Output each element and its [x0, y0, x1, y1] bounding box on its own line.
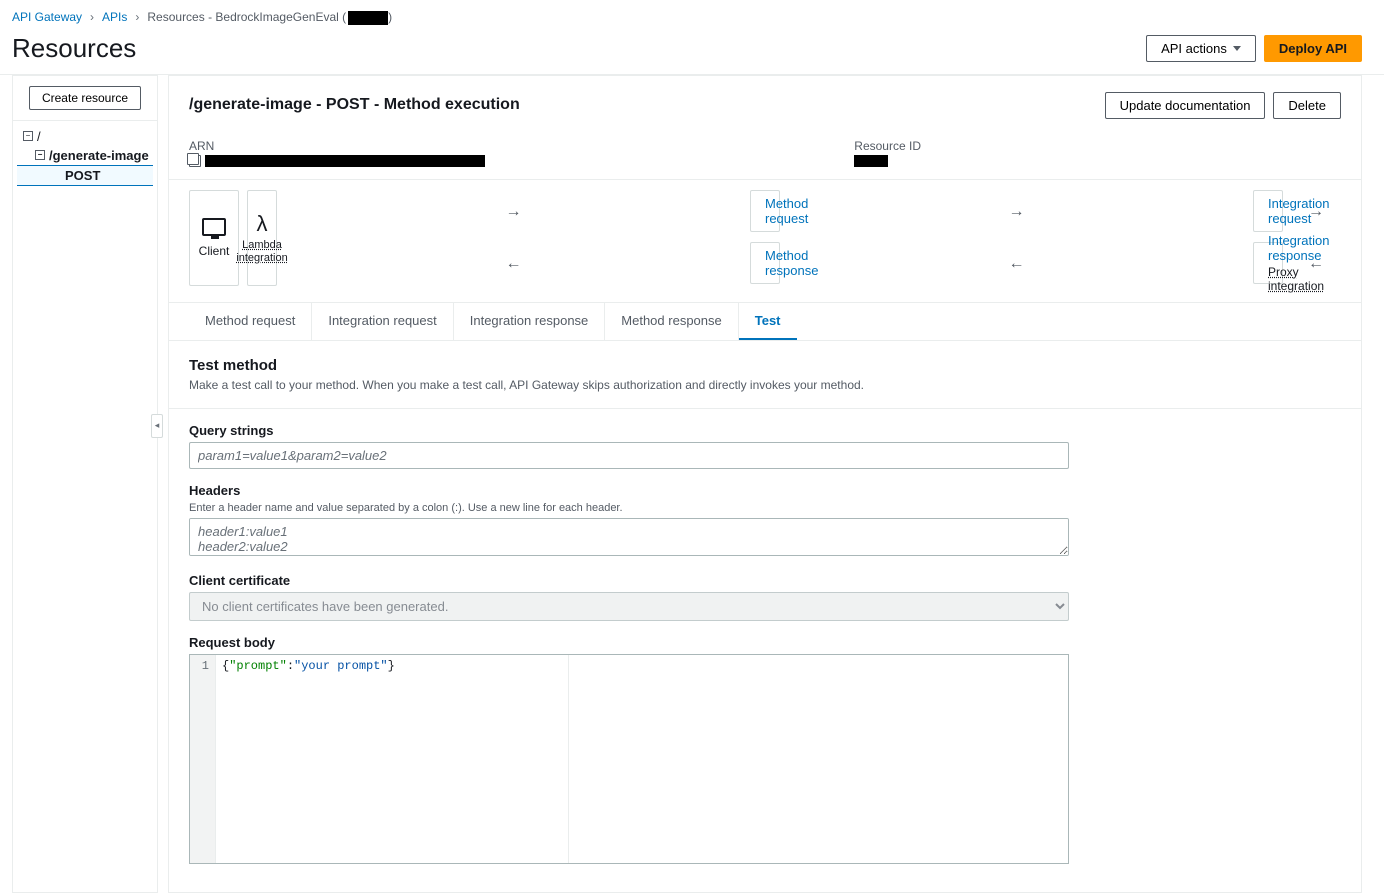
- headers-input[interactable]: [189, 518, 1069, 556]
- arn-label: ARN: [189, 139, 485, 153]
- tree-method-post[interactable]: POST: [17, 165, 153, 186]
- method-tabs: Method request Integration request Integ…: [169, 302, 1361, 340]
- flow-lambda-box[interactable]: λ Lambda integration: [247, 190, 277, 286]
- copy-icon[interactable]: [189, 155, 201, 167]
- api-actions-dropdown[interactable]: API actions: [1146, 35, 1256, 62]
- tree-resource-generate-image[interactable]: − /generate-image: [17, 146, 153, 165]
- flow-client-box: Client: [189, 190, 239, 286]
- arrow-left-icon: ←: [788, 242, 1245, 286]
- flow-integration-response[interactable]: Integration response Proxy integration: [1253, 242, 1283, 284]
- test-method-description: Make a test call to your method. When yo…: [189, 378, 1341, 392]
- arrow-right-icon: →: [1291, 190, 1341, 234]
- collapse-icon[interactable]: −: [35, 150, 45, 160]
- resource-id-value-redacted: [854, 155, 888, 167]
- deploy-api-button[interactable]: Deploy API: [1264, 35, 1362, 62]
- lambda-icon: λ: [257, 211, 268, 237]
- tab-integration-request[interactable]: Integration request: [312, 303, 453, 340]
- resource-id-label: Resource ID: [854, 139, 921, 153]
- breadcrumb: API Gateway › APIs › Resources - Bedrock…: [0, 0, 1384, 29]
- redacted-id: [348, 11, 388, 25]
- sidebar-resize-handle[interactable]: ◂: [151, 414, 163, 438]
- tab-method-request[interactable]: Method request: [189, 303, 312, 340]
- client-certificate-label: Client certificate: [189, 573, 1069, 588]
- request-body-label: Request body: [189, 635, 1069, 650]
- tab-integration-response[interactable]: Integration response: [454, 303, 606, 340]
- flow-method-response[interactable]: Method response: [750, 242, 780, 284]
- breadcrumb-link-apis[interactable]: APIs: [102, 10, 127, 24]
- breadcrumb-link-api-gateway[interactable]: API Gateway: [12, 10, 82, 24]
- query-strings-input[interactable]: [189, 442, 1069, 469]
- monitor-icon: [202, 218, 226, 236]
- flow-integration-request[interactable]: Integration request: [1253, 190, 1283, 232]
- chevron-right-icon: ›: [135, 10, 139, 24]
- arrow-left-icon: ←: [1291, 242, 1341, 286]
- resource-tree-sidebar: Create resource − / − /generate-image PO…: [12, 75, 158, 893]
- test-method-heading: Test method: [189, 357, 1341, 374]
- headers-label: Headers: [189, 483, 1069, 498]
- tab-method-response[interactable]: Method response: [605, 303, 738, 340]
- page-title: Resources: [12, 33, 136, 64]
- update-documentation-button[interactable]: Update documentation: [1105, 92, 1266, 119]
- client-certificate-select[interactable]: No client certificates have been generat…: [189, 592, 1069, 621]
- chevron-right-icon: ›: [90, 10, 94, 24]
- tree-root[interactable]: − /: [17, 127, 153, 146]
- chevron-down-icon: [1233, 46, 1241, 51]
- create-resource-button[interactable]: Create resource: [29, 86, 141, 110]
- breadcrumb-current: Resources - BedrockImageGenEval (): [147, 10, 392, 25]
- tab-test[interactable]: Test: [739, 303, 797, 340]
- arrow-right-icon: →: [285, 190, 742, 234]
- arrow-right-icon: →: [788, 190, 1245, 234]
- query-strings-label: Query strings: [189, 423, 1069, 438]
- collapse-icon[interactable]: −: [23, 131, 33, 141]
- editor-gutter: 1: [190, 655, 216, 863]
- arrow-left-icon: ←: [285, 242, 742, 286]
- headers-hint: Enter a header name and value separated …: [189, 502, 1069, 514]
- flow-method-request[interactable]: Method request: [750, 190, 780, 232]
- delete-button[interactable]: Delete: [1273, 92, 1341, 119]
- method-execution-title: /generate-image - POST - Method executio…: [189, 96, 520, 114]
- arn-value-redacted: [205, 155, 485, 167]
- request-body-editor[interactable]: 1 {"prompt":"your prompt"}: [189, 654, 1069, 864]
- main-panel: /generate-image - POST - Method executio…: [168, 75, 1362, 893]
